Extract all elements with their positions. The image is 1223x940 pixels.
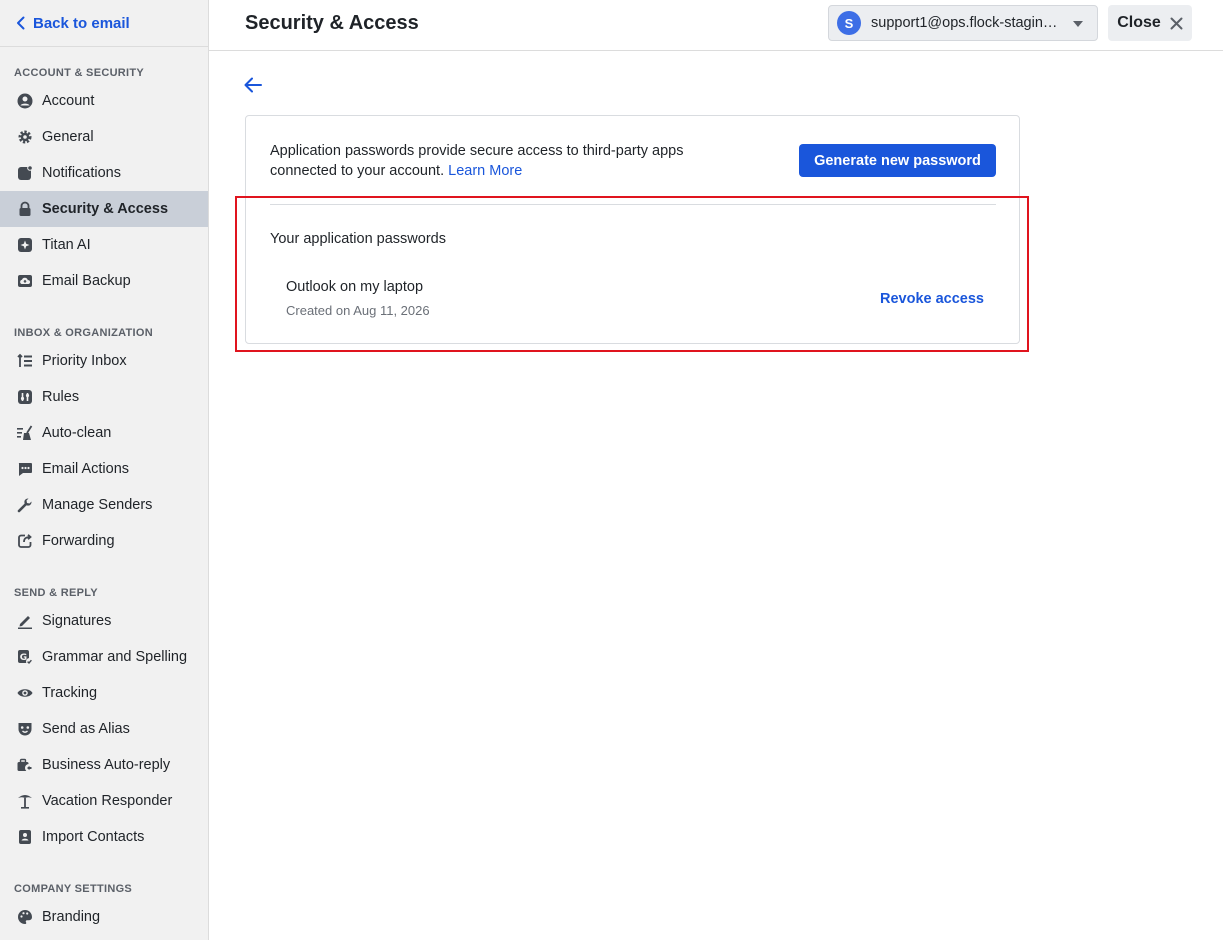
sidebar-item-label: Account [42, 93, 95, 109]
password-created-date: Created on Aug 11, 2026 [286, 303, 430, 318]
sidebar-item-email-backup[interactable]: Email Backup [0, 263, 208, 299]
forward-icon [16, 532, 34, 550]
sidebar-item-forwarding[interactable]: Forwarding [0, 523, 208, 559]
section-title-account-security: ACCOUNT & SECURITY [14, 67, 145, 79]
close-button[interactable]: Close [1108, 5, 1192, 41]
sidebar-item-label: Priority Inbox [42, 353, 127, 369]
section-title-send-reply: SEND & REPLY [14, 587, 98, 599]
sidebar-item-label: Titan AI [42, 237, 91, 253]
back-arrow-icon[interactable] [244, 77, 264, 95]
sidebar-item-vacation-responder[interactable]: Vacation Responder [0, 783, 208, 819]
password-name: Outlook on my laptop [286, 279, 424, 295]
sidebar-item-label: Tracking [42, 685, 98, 701]
sidebar-item-grammar-spelling[interactable]: G Grammar and Spelling [0, 639, 208, 675]
palm-tree-icon [16, 792, 34, 810]
sidebar-divider [0, 46, 208, 47]
account-selector[interactable]: S support1@ops.flock-staging.com [828, 5, 1098, 41]
sidebar-item-label: Rules [42, 389, 80, 405]
sidebar-item-label: Notifications [42, 165, 121, 181]
app-passwords-description: Application passwords provide secure acc… [270, 141, 720, 181]
sidebar-item-import-contacts[interactable]: Import Contacts [0, 819, 208, 855]
sidebar-item-priority-inbox[interactable]: Priority Inbox [0, 343, 208, 379]
section-title-company-settings: COMPANY SETTINGS [14, 883, 133, 895]
rules-icon [16, 388, 34, 406]
sidebar-item-manage-senders[interactable]: Manage Senders [0, 487, 208, 523]
sidebar-item-notifications[interactable]: Notifications [0, 155, 208, 191]
palette-icon [16, 908, 34, 926]
back-to-email-link[interactable]: Back to email [16, 13, 130, 33]
sparkle-icon [16, 236, 34, 254]
card-divider [270, 204, 996, 205]
sidebar-item-security-access[interactable]: Security & Access [0, 191, 208, 227]
app-passwords-card: Application passwords provide secure acc… [245, 115, 1020, 344]
broom-icon [16, 424, 34, 442]
contacts-icon [16, 828, 34, 846]
back-to-email-label: Back to email [33, 14, 130, 32]
sidebar-item-signatures[interactable]: Signatures [0, 603, 208, 639]
sidebar-item-label: Import Contacts [42, 829, 145, 845]
close-icon [1170, 17, 1183, 29]
pen-icon [16, 612, 34, 630]
email-actions-icon [16, 460, 34, 478]
sidebar-item-email-actions[interactable]: Email Actions [0, 451, 208, 487]
sidebar-item-label: Grammar and Spelling [42, 649, 188, 665]
sidebar-item-rules[interactable]: Rules [0, 379, 208, 415]
sidebar-item-label: Forwarding [42, 533, 115, 549]
sidebar-item-branding[interactable]: Branding [0, 899, 208, 935]
auto-reply-icon [16, 756, 34, 774]
avatar: S [837, 11, 861, 35]
sidebar-item-titan-ai[interactable]: Titan AI [0, 227, 208, 263]
account-circle-icon [16, 92, 34, 110]
sidebar-item-general[interactable]: General [0, 119, 208, 155]
sidebar-item-tracking[interactable]: Tracking [0, 675, 208, 711]
section-title-inbox-organization: INBOX & ORGANIZATION [14, 327, 154, 339]
sidebar-item-label: Send as Alias [42, 721, 130, 737]
sidebar-item-label: Manage Senders [42, 497, 153, 513]
chevron-left-icon [17, 16, 25, 30]
grammar-check-icon: G [16, 648, 34, 666]
top-header: Security & Access S support1@ops.flock-s… [209, 0, 1223, 51]
sidebar-item-label: General [42, 129, 94, 145]
notification-icon [16, 164, 34, 182]
sidebar-item-auto-clean[interactable]: Auto-clean [0, 415, 208, 451]
sidebar-item-label: Auto-clean [42, 425, 112, 441]
gear-icon [16, 128, 34, 146]
page-title: Security & Access [245, 12, 419, 34]
revoke-access-button[interactable]: Revoke access [880, 291, 984, 307]
passwords-heading: Your application passwords [270, 231, 446, 247]
account-email: support1@ops.flock-staging.com [871, 15, 1061, 31]
priority-list-icon [16, 352, 34, 370]
sidebar-item-label: Email Actions [42, 461, 130, 477]
settings-sidebar: Back to email ACCOUNT & SECURITY Account… [0, 0, 209, 940]
sidebar-item-business-auto-reply[interactable]: Business Auto-reply [0, 747, 208, 783]
sidebar-item-send-as-alias[interactable]: Send as Alias [0, 711, 208, 747]
lock-icon [16, 200, 34, 218]
close-label: Close [1117, 14, 1161, 31]
sidebar-item-account[interactable]: Account [0, 83, 208, 119]
mask-icon [16, 720, 34, 738]
sidebar-item-label: Branding [42, 909, 101, 925]
caret-down-icon [1073, 21, 1083, 27]
sidebar-item-label: Security & Access [42, 201, 169, 217]
wrench-icon [16, 496, 34, 514]
sidebar-item-label: Business Auto-reply [42, 757, 171, 773]
cloud-upload-icon [16, 272, 34, 290]
sidebar-item-label: Vacation Responder [42, 793, 173, 809]
learn-more-link[interactable]: Learn More [448, 163, 522, 179]
sidebar-item-label: Email Backup [42, 273, 131, 289]
sidebar-item-label: Signatures [42, 613, 112, 629]
generate-password-button[interactable]: Generate new password [799, 144, 996, 177]
eye-icon [16, 684, 34, 702]
